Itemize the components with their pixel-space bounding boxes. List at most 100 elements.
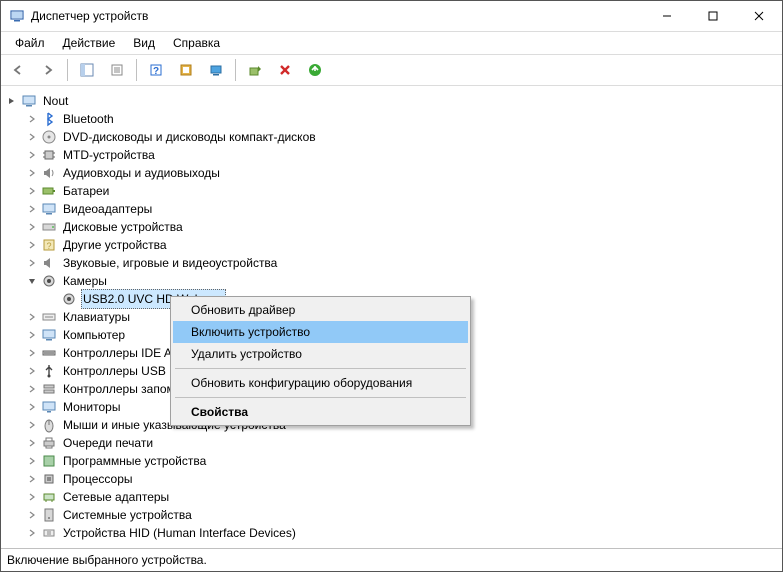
tree-category[interactable]: ? Другие устройства xyxy=(25,236,778,254)
svg-text:?: ? xyxy=(46,241,51,251)
tree-category[interactable]: Дисковые устройства xyxy=(25,218,778,236)
ctx-delete-device[interactable]: Удалить устройство xyxy=(173,343,468,365)
close-button[interactable] xyxy=(736,1,782,31)
tree-category[interactable]: DVD-дисководы и дисководы компакт-дисков xyxy=(25,128,778,146)
category-icon xyxy=(41,309,57,325)
ctx-separator xyxy=(175,397,466,398)
tree-category[interactable]: Программные устройства xyxy=(25,452,778,470)
expand-icon[interactable] xyxy=(25,202,39,216)
ctx-update-driver[interactable]: Обновить драйвер xyxy=(173,299,468,321)
menu-view[interactable]: Вид xyxy=(125,34,163,52)
tree-category[interactable]: MTD-устройства xyxy=(25,146,778,164)
expand-icon[interactable] xyxy=(25,490,39,504)
tree-category[interactable]: Видеоадаптеры xyxy=(25,200,778,218)
expand-icon[interactable] xyxy=(5,94,19,108)
category-icon xyxy=(41,489,57,505)
expand-icon[interactable] xyxy=(25,364,39,378)
category-label: DVD-дисководы и дисководы компакт-дисков xyxy=(61,128,318,146)
category-icon xyxy=(41,111,57,127)
tree-category[interactable]: Сетевые адаптеры xyxy=(25,488,778,506)
ctx-properties[interactable]: Свойства xyxy=(173,401,468,423)
category-label: Звуковые, игровые и видеоустройства xyxy=(61,254,279,272)
expand-icon[interactable] xyxy=(25,346,39,360)
ctx-separator xyxy=(175,368,466,369)
svg-text:?: ? xyxy=(153,66,159,77)
category-label: Сетевые адаптеры xyxy=(61,488,171,506)
expand-icon[interactable] xyxy=(25,328,39,342)
category-icon xyxy=(41,255,57,271)
category-icon xyxy=(41,471,57,487)
menu-help[interactable]: Справка xyxy=(165,34,228,52)
expand-icon[interactable] xyxy=(25,472,39,486)
expand-icon[interactable] xyxy=(25,166,39,180)
forward-button[interactable] xyxy=(35,57,61,83)
category-icon xyxy=(41,345,57,361)
expand-icon[interactable] xyxy=(25,274,39,288)
category-label: Аудиовходы и аудиовыходы xyxy=(61,164,222,182)
properties-button[interactable] xyxy=(104,57,130,83)
expand-icon[interactable] xyxy=(25,526,39,540)
expand-icon[interactable] xyxy=(25,256,39,270)
expand-icon[interactable] xyxy=(25,382,39,396)
category-icon xyxy=(41,147,57,163)
tree-category[interactable]: Батареи xyxy=(25,182,778,200)
context-menu: Обновить драйвер Включить устройство Уда… xyxy=(170,296,471,426)
ctx-enable-device[interactable]: Включить устройство xyxy=(173,321,468,343)
expand-icon[interactable] xyxy=(25,112,39,126)
computer-icon xyxy=(21,93,37,109)
category-icon: ? xyxy=(41,237,57,253)
update-driver-button[interactable] xyxy=(242,57,268,83)
device-manager-window: Диспетчер устройств Файл Действие Вид Сп… xyxy=(0,0,783,572)
category-icon xyxy=(41,201,57,217)
statusbar: Включение выбранного устройства. xyxy=(1,548,782,571)
category-icon xyxy=(41,129,57,145)
action-button[interactable] xyxy=(173,57,199,83)
tree-root[interactable]: Nout xyxy=(5,92,778,110)
toolbar-separator xyxy=(136,59,137,81)
scan-hardware-button[interactable] xyxy=(203,57,229,83)
uninstall-button[interactable] xyxy=(272,57,298,83)
category-label: Другие устройства xyxy=(61,236,169,254)
category-label: Камеры xyxy=(61,272,109,290)
category-icon xyxy=(41,327,57,343)
expand-icon[interactable] xyxy=(25,220,39,234)
expand-icon[interactable] xyxy=(25,238,39,252)
tree-category[interactable]: Очереди печати xyxy=(25,434,778,452)
ctx-refresh-hw[interactable]: Обновить конфигурацию оборудования xyxy=(173,372,468,394)
category-label: Процессоры xyxy=(61,470,135,488)
expand-icon[interactable] xyxy=(25,400,39,414)
expand-icon[interactable] xyxy=(25,454,39,468)
enable-device-button[interactable] xyxy=(302,57,328,83)
tree-category[interactable]: Устройства HID (Human Interface Devices) xyxy=(25,524,778,542)
menu-file[interactable]: Файл xyxy=(7,34,53,52)
expand-icon[interactable] xyxy=(25,184,39,198)
titlebar: Диспетчер устройств xyxy=(1,1,782,32)
device-tree-panel[interactable]: Nout BluetoothDVD-дисководы и дисководы … xyxy=(1,86,782,548)
expand-icon[interactable] xyxy=(25,508,39,522)
category-label: Дисковые устройства xyxy=(61,218,185,236)
tree-category[interactable]: Камеры xyxy=(25,272,778,290)
tree-category[interactable]: Аудиовходы и аудиовыходы xyxy=(25,164,778,182)
expand-icon[interactable] xyxy=(25,148,39,162)
category-label: Устройства HID (Human Interface Devices) xyxy=(61,524,298,542)
expand-icon[interactable] xyxy=(25,130,39,144)
expand-icon[interactable] xyxy=(25,310,39,324)
back-button[interactable] xyxy=(5,57,31,83)
category-icon xyxy=(41,399,57,415)
maximize-button[interactable] xyxy=(690,1,736,31)
tree-category[interactable]: Bluetooth xyxy=(25,110,778,128)
minimize-button[interactable] xyxy=(644,1,690,31)
window-controls xyxy=(644,1,782,31)
menu-action[interactable]: Действие xyxy=(55,34,124,52)
expand-icon[interactable] xyxy=(25,418,39,432)
category-label: MTD-устройства xyxy=(61,146,157,164)
expand-icon[interactable] xyxy=(25,436,39,450)
show-hide-tree-button[interactable] xyxy=(74,57,100,83)
tree-category[interactable]: Процессоры xyxy=(25,470,778,488)
category-label: Клавиатуры xyxy=(61,308,132,326)
tree-category[interactable]: Звуковые, игровые и видеоустройства xyxy=(25,254,778,272)
tree-category[interactable]: Системные устройства xyxy=(25,506,778,524)
category-icon xyxy=(41,453,57,469)
tree-root-label: Nout xyxy=(41,92,70,110)
help-button[interactable]: ? xyxy=(143,57,169,83)
